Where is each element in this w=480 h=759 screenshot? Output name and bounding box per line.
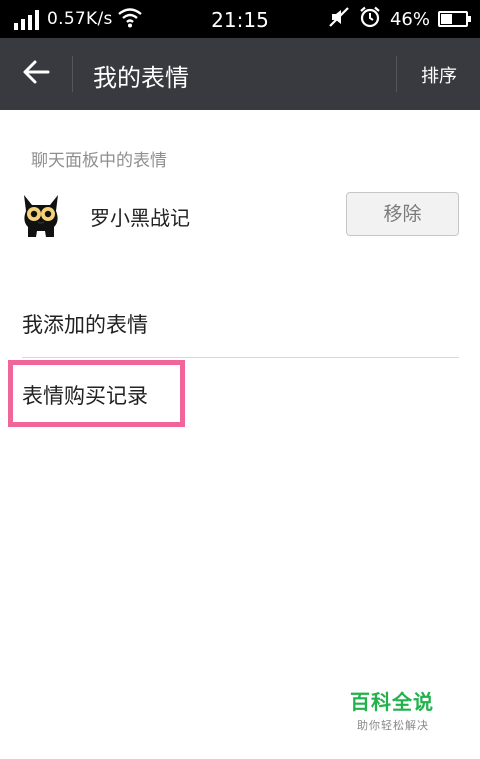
sort-divider — [396, 56, 397, 92]
sticker-avatar — [20, 191, 62, 239]
menu-divider — [22, 357, 459, 358]
remove-button[interactable]: 移除 — [346, 192, 459, 236]
page-title: 我的表情 — [93, 64, 189, 92]
status-right: 46% — [328, 5, 471, 33]
alarm-icon — [358, 5, 382, 33]
menu-item-purchase-history[interactable]: 表情购买记录 — [22, 380, 148, 410]
watermark-subtitle: 助你轻松解决 — [357, 719, 429, 732]
battery-icon — [438, 11, 471, 27]
sticker-name: 罗小黑战记 — [90, 206, 190, 230]
watermark-title: 百科全说 — [350, 690, 434, 714]
back-button[interactable] — [16, 56, 56, 92]
battery-percent: 46% — [389, 8, 430, 30]
mute-icon — [328, 6, 350, 32]
sticker-row: 罗小黑战记 移除 — [0, 185, 480, 245]
watermark: 百科全说 助你轻松解决 — [350, 686, 440, 733]
sort-button[interactable]: 排序 — [398, 62, 480, 88]
menu-item-my-added-stickers[interactable]: 我添加的表情 — [22, 309, 148, 339]
title-bar: 我的表情 排序 — [0, 38, 480, 110]
title-divider — [72, 56, 73, 92]
battery-level — [441, 14, 452, 24]
status-bar: 0.57K/s 21:15 46% — [0, 0, 480, 38]
section-label: 聊天面板中的表情 — [31, 151, 167, 171]
arrow-left-icon — [22, 59, 50, 89]
